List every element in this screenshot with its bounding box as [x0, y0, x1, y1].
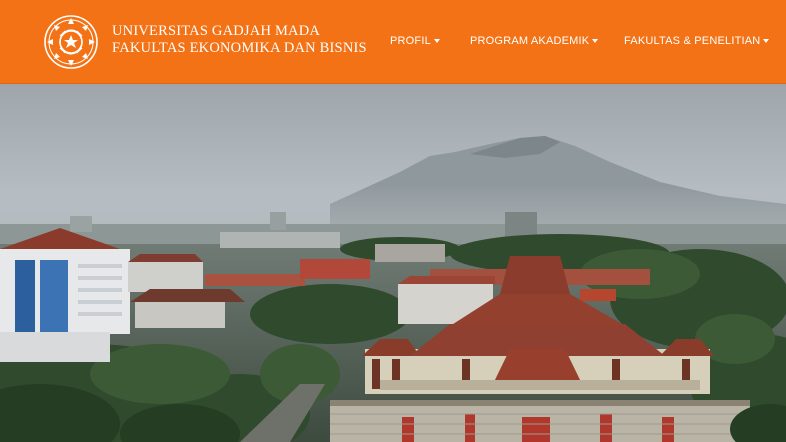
hero-campus-image: [0, 84, 786, 442]
caret-down-icon: [763, 39, 770, 43]
nav-profil-label: PROFIL: [390, 35, 431, 47]
nav-program-akademik[interactable]: PROGRAM AKADEMIK: [470, 35, 599, 47]
nav-program-akademik-label: PROGRAM AKADEMIK: [470, 35, 590, 47]
aerial-campus-photo: [0, 84, 786, 442]
nav-fakultas-penelitian-label: FAKULTAS & PENELITIAN: [624, 35, 761, 47]
nav-profil[interactable]: PROFIL: [390, 35, 440, 47]
site-header: UNIVERSITAS GADJAH MADA FAKULTAS EKONOMI…: [0, 0, 786, 84]
ugm-seal-icon[interactable]: [43, 14, 99, 70]
brand-university: UNIVERSITAS GADJAH MADA: [112, 23, 321, 39]
brand-faculty: FAKULTAS EKONOMIKA DAN BISNIS: [112, 40, 367, 56]
caret-down-icon: [433, 39, 440, 43]
brand-name[interactable]: UNIVERSITAS GADJAH MADA FAKULTAS EKONOMI…: [112, 23, 367, 57]
caret-down-icon: [592, 39, 599, 43]
nav-fakultas-penelitian[interactable]: FAKULTAS & PENELITIAN: [624, 35, 770, 47]
